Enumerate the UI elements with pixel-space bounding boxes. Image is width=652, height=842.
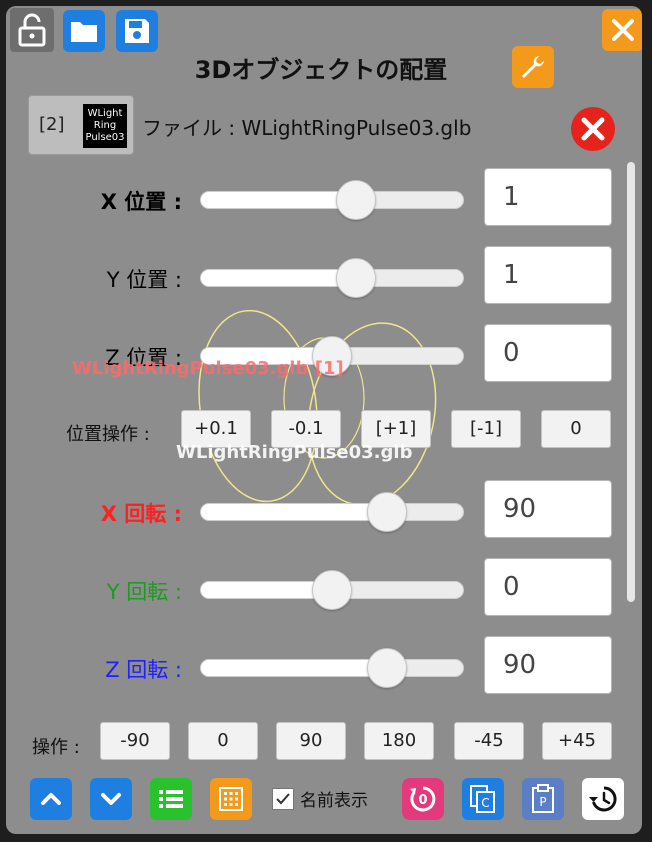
rot-y-input[interactable]: 0: [484, 558, 612, 616]
rot-step-button[interactable]: -90: [100, 722, 170, 760]
rot-x-slider[interactable]: [200, 492, 464, 532]
history-icon: [589, 786, 617, 812]
slider-thumb[interactable]: [336, 180, 376, 220]
paste-icon-text: P: [539, 795, 546, 809]
pos-x-label: X 位置 :: [100, 190, 182, 214]
pos-y-input[interactable]: 1: [484, 246, 612, 304]
list-button[interactable]: [150, 778, 192, 820]
show-names-checkbox[interactable]: [272, 787, 294, 810]
move-down-button[interactable]: [90, 778, 132, 820]
reset-icon: 0: [410, 786, 436, 812]
copy-button[interactable]: C: [462, 778, 504, 820]
slider-thumb[interactable]: [367, 648, 407, 688]
rot-z-label: Z 回転 :: [105, 658, 182, 682]
slider-fill: [201, 504, 387, 520]
pos-x-slider[interactable]: [200, 180, 464, 220]
slider-fill: [201, 660, 387, 676]
paste-button[interactable]: P: [522, 778, 564, 820]
paste-icon: P: [532, 784, 554, 813]
pos-x-input[interactable]: 1: [484, 168, 612, 226]
position-ops-label: 位置操作 :: [66, 424, 150, 445]
move-up-button[interactable]: [30, 778, 72, 820]
history-button[interactable]: [582, 778, 624, 820]
reset-icon-text: 0: [418, 793, 427, 808]
rotation-ops-label: 操作 :: [32, 737, 80, 758]
rot-y-label: Y 回転 :: [106, 580, 182, 604]
slider-fill: [201, 192, 356, 208]
rot-step-button[interactable]: 180: [364, 722, 434, 760]
show-names-toggle[interactable]: 名前表示: [272, 786, 368, 811]
copy-icon-text: C: [481, 796, 489, 810]
slider-thumb[interactable]: [367, 492, 407, 532]
slider-thumb[interactable]: [336, 258, 376, 298]
pos-y-label: Y 位置 :: [106, 268, 182, 292]
rot-y-slider[interactable]: [200, 570, 464, 610]
placement-panel: 3Dオブジェクトの配置 [2] WLight Ring Pulse03 ファイル…: [6, 6, 642, 834]
slider-fill: [201, 270, 356, 286]
pos-y-slider[interactable]: [200, 258, 464, 298]
rot-step-button[interactable]: -45: [454, 722, 524, 760]
rot-z-slider[interactable]: [200, 648, 464, 688]
pos-z-input[interactable]: 0: [484, 324, 612, 382]
rot-step-button[interactable]: 90: [276, 722, 346, 760]
rot-x-label: X 回転 :: [100, 502, 182, 526]
copy-icon: C: [470, 785, 495, 813]
pos-step-button[interactable]: 0: [541, 410, 611, 448]
list-icon: [159, 790, 183, 808]
pos-step-button[interactable]: [-1]: [451, 410, 521, 448]
rot-z-input[interactable]: 90: [484, 636, 612, 694]
scrollbar-thumb[interactable]: [627, 162, 635, 602]
rot-step-button[interactable]: 0: [188, 722, 258, 760]
reset-rotation-button[interactable]: 0: [402, 778, 444, 820]
object-name-overlay: WLightRingPulse03.glb [1]: [72, 358, 344, 379]
grid-icon: [219, 787, 243, 811]
rot-x-input[interactable]: 90: [484, 480, 612, 538]
show-names-label: 名前表示: [300, 791, 368, 811]
checkmark-icon: [276, 792, 290, 804]
chevron-down-icon: [101, 793, 121, 805]
rot-step-button[interactable]: +45: [542, 722, 612, 760]
object-name-overlay: WLightRingPulse03.glb: [176, 442, 413, 463]
grid-button[interactable]: [210, 778, 252, 820]
chevron-up-icon: [41, 793, 61, 805]
slider-thumb[interactable]: [312, 570, 352, 610]
